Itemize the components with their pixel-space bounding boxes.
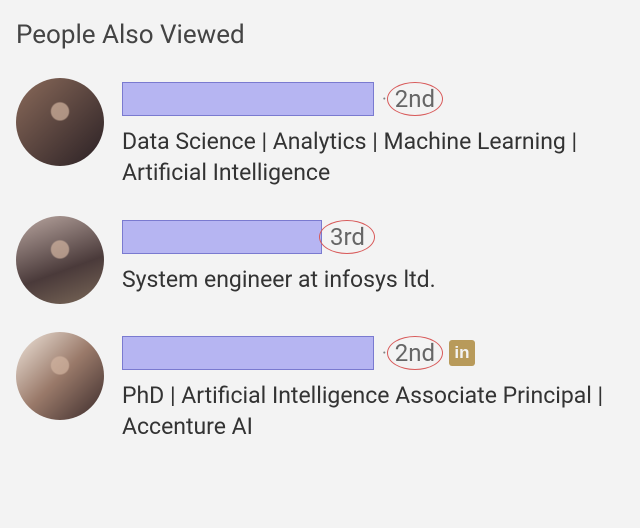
connection-degree: 2nd	[393, 85, 437, 113]
person-name-redacted[interactable]	[122, 82, 374, 116]
name-row: · 2nd	[122, 82, 624, 116]
connection-degree-text: 2nd	[393, 339, 437, 367]
person-info: 3rd System engineer at infosys ltd.	[122, 216, 624, 295]
connection-degree-text: 2nd	[393, 85, 437, 113]
person-name-redacted[interactable]	[122, 336, 374, 370]
connection-dot: ·	[382, 343, 387, 364]
connection-degree: 3rd	[328, 223, 367, 251]
connection-dot: ·	[382, 89, 387, 110]
person-item[interactable]: · 2nd Data Science | Analytics | Machine…	[16, 78, 624, 188]
person-headline: System engineer at infosys ltd.	[122, 264, 624, 295]
linkedin-badge-icon: in	[449, 340, 475, 366]
avatar[interactable]	[16, 332, 104, 420]
name-row: · 2nd in	[122, 336, 624, 370]
person-item[interactable]: · 2nd in PhD | Artificial Intelligence A…	[16, 332, 624, 442]
section-title: People Also Viewed	[16, 20, 624, 50]
person-info: · 2nd in PhD | Artificial Intelligence A…	[122, 332, 624, 442]
name-row: 3rd	[122, 220, 624, 254]
avatar[interactable]	[16, 216, 104, 304]
person-item[interactable]: 3rd System engineer at infosys ltd.	[16, 216, 624, 304]
avatar[interactable]	[16, 78, 104, 166]
connection-degree-text: 3rd	[328, 223, 367, 251]
person-name-redacted[interactable]	[122, 220, 322, 254]
connection-degree: 2nd	[393, 339, 437, 367]
person-info: · 2nd Data Science | Analytics | Machine…	[122, 78, 624, 188]
person-headline: Data Science | Analytics | Machine Learn…	[122, 126, 624, 188]
person-headline: PhD | Artificial Intelligence Associate …	[122, 380, 624, 442]
